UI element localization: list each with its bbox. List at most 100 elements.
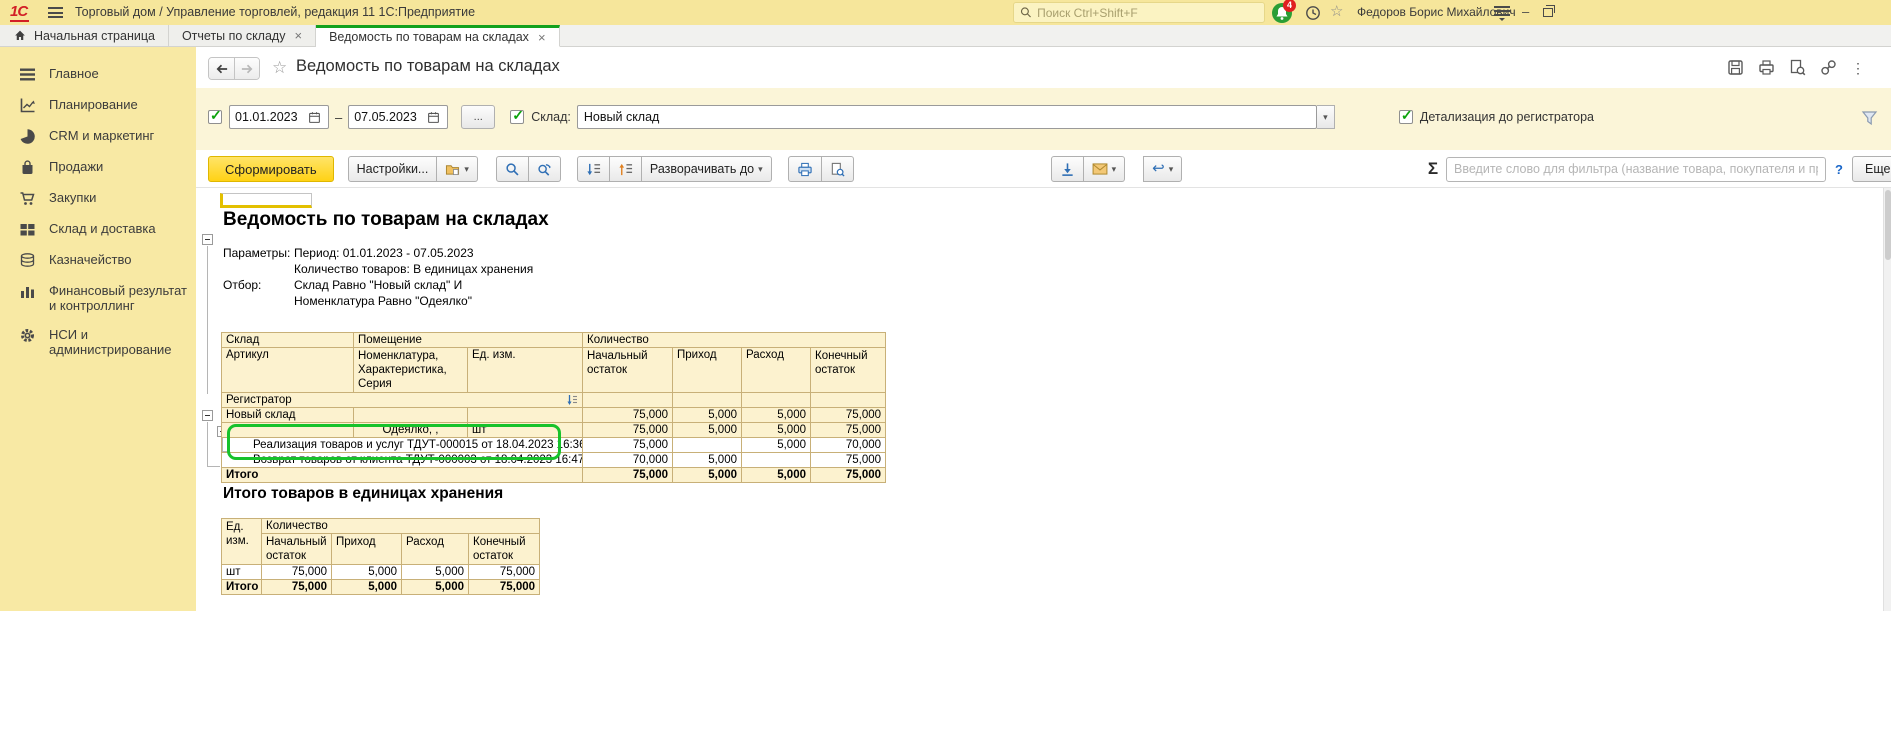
registrar-header[interactable]: Регистратор	[222, 393, 583, 408]
page-magnifier-icon	[830, 162, 845, 177]
calendar-icon[interactable]	[423, 106, 443, 128]
date-from-field[interactable]	[229, 105, 329, 129]
help-button[interactable]: ?	[1829, 162, 1849, 177]
history-icon[interactable]	[1304, 4, 1322, 22]
col-header[interactable]: Приход	[332, 534, 402, 565]
restore-window-icon[interactable]	[1543, 8, 1553, 17]
notifications-button[interactable]: 4	[1272, 1, 1296, 25]
tab-close-icon[interactable]: ×	[538, 30, 546, 45]
cursor-cell[interactable]	[220, 193, 312, 208]
bag-icon	[19, 159, 36, 176]
tab-goods-statement[interactable]: Ведомость по товарам на складах ×	[316, 25, 559, 47]
collapse-rows-button[interactable]	[577, 156, 610, 182]
main-menu-icon[interactable]	[48, 7, 63, 18]
calendar-icon[interactable]	[304, 106, 324, 128]
settings-button[interactable]: Настройки...	[348, 156, 438, 182]
more-button[interactable]: Еще ▾	[1852, 156, 1891, 182]
warehouse-checkbox[interactable]: ✓	[510, 110, 524, 124]
table-header-row: Начальный остаток Приход Расход Конечный…	[222, 534, 540, 565]
generate-button[interactable]: Сформировать	[208, 156, 334, 182]
tab-close-icon[interactable]: ×	[294, 28, 302, 43]
sidebar-item-sales[interactable]: Продажи	[0, 152, 196, 183]
sidebar-item-crm[interactable]: CRM и маркетинг	[0, 121, 196, 152]
col-header[interactable]: Начальный остаток	[583, 348, 673, 393]
minimize-icon[interactable]: –	[1522, 7, 1529, 17]
tab-label: Начальная страница	[34, 29, 155, 43]
date-to-input[interactable]	[349, 110, 423, 124]
vertical-scrollbar[interactable]	[1883, 188, 1891, 611]
col-header[interactable]: Ед. изм.	[222, 519, 262, 565]
tab-label: Ведомость по товарам на складах	[329, 30, 529, 44]
sidebar-item-warehouse[interactable]: Склад и доставка	[0, 214, 196, 245]
warehouse-input[interactable]	[578, 110, 1316, 124]
report-variants-button[interactable]: ▾	[437, 156, 478, 182]
date-from-input[interactable]	[230, 110, 304, 124]
sidebar-item-finance[interactable]: Финансовый результат и контроллинг	[0, 276, 196, 320]
save-icon[interactable]	[1727, 59, 1744, 76]
table-row[interactable]: Новый склад 75,000 5,000 5,000 75,000	[222, 408, 886, 423]
global-search-input[interactable]	[1037, 6, 1258, 20]
find-button[interactable]	[496, 156, 529, 182]
export-button[interactable]	[1051, 156, 1084, 182]
col-header[interactable]: Количество	[583, 333, 886, 348]
preview-button[interactable]	[822, 156, 854, 182]
sum-icon[interactable]: Σ	[1428, 159, 1438, 179]
search-refresh-icon	[537, 162, 552, 177]
table-row[interactable]: шт 75,000 5,000 5,000 75,000	[222, 565, 540, 580]
sidebar-item-admin[interactable]: НСИ и администрирование	[0, 320, 196, 364]
expand-to-dropdown[interactable]: Разворачивать до ▾	[642, 156, 772, 182]
col-header[interactable]: Артикул	[222, 348, 354, 393]
main-area: ☆ Ведомость по товарам на складах ⋮ ✓	[196, 47, 1891, 611]
col-header[interactable]: Помещение	[354, 333, 583, 348]
col-header[interactable]: Приход	[673, 348, 742, 393]
col-header[interactable]: Начальный остаток	[262, 534, 332, 565]
table-total-row[interactable]: Итого 75,000 5,000 5,000 75,000	[222, 468, 886, 483]
col-header[interactable]: Конечный остаток	[469, 534, 540, 565]
date-to-field[interactable]	[348, 105, 448, 129]
chevron-down-icon[interactable]: ▾	[1317, 105, 1335, 129]
more-menu-icon[interactable]: ⋮	[1851, 60, 1865, 76]
favorites-star-icon[interactable]: ☆	[1330, 2, 1343, 20]
scrollbar-thumb[interactable]	[1885, 190, 1891, 260]
period-checkbox[interactable]: ✓	[208, 110, 222, 124]
group-expander-icon[interactable]	[202, 234, 213, 245]
filter-funnel-icon[interactable]	[1861, 110, 1878, 126]
user-name[interactable]: Федоров Борис Михайлович	[1357, 5, 1516, 19]
expand-rows-button[interactable]	[610, 156, 642, 182]
param-line: Количество товаров: В единицах хранения	[294, 261, 533, 277]
undo-button[interactable]: ↩ ▾	[1143, 156, 1182, 182]
sidebar-item-main[interactable]: Главное	[0, 59, 196, 90]
detail-checkbox[interactable]: ✓	[1399, 110, 1413, 124]
download-icon	[1060, 162, 1075, 177]
back-button[interactable]	[209, 58, 234, 79]
col-header[interactable]: Конечный остаток	[811, 348, 886, 393]
table-header-row: Ед. изм. Количество	[222, 519, 540, 534]
forward-button[interactable]	[234, 58, 259, 79]
col-header[interactable]: Номенклатура, Характеристика, Серия	[354, 348, 468, 393]
email-button[interactable]: ▾	[1084, 156, 1126, 182]
col-header[interactable]: Расход	[402, 534, 469, 565]
sidebar-item-purchases[interactable]: Закупки	[0, 183, 196, 214]
quick-filter-input[interactable]	[1446, 157, 1826, 182]
col-header[interactable]: Расход	[742, 348, 811, 393]
col-header[interactable]: Ед. изм.	[468, 348, 583, 393]
sidebar-item-planning[interactable]: Планирование	[0, 90, 196, 121]
service-menu-icon[interactable]	[1494, 6, 1510, 19]
find-next-button[interactable]	[529, 156, 561, 182]
link-icon[interactable]	[1820, 59, 1837, 76]
print-preview-icon[interactable]	[1789, 59, 1806, 76]
table-total-row[interactable]: Итого 75,000 5,000 5,000 75,000	[222, 580, 540, 595]
favorite-star-icon[interactable]: ☆	[272, 58, 287, 78]
sidebar-item-treasury[interactable]: Казначейство	[0, 245, 196, 276]
group-expander-icon[interactable]	[202, 410, 213, 421]
col-header[interactable]: Количество	[262, 519, 540, 534]
tab-home[interactable]: Начальная страница	[0, 25, 169, 46]
warehouse-combo[interactable]: ▾	[577, 105, 1335, 129]
print-icon[interactable]	[1758, 59, 1775, 76]
period-options-button[interactable]: ...	[461, 105, 495, 129]
print-button[interactable]	[788, 156, 822, 182]
sort-descending-icon[interactable]	[566, 394, 578, 406]
col-header[interactable]: Склад	[222, 333, 354, 348]
tab-warehouse-reports[interactable]: Отчеты по складу ×	[169, 25, 316, 46]
global-search[interactable]	[1013, 2, 1265, 23]
